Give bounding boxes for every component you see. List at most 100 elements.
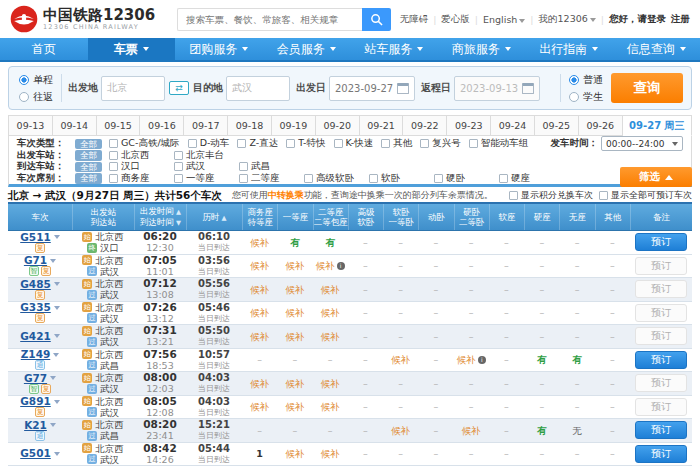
checkbox[interactable] — [174, 162, 183, 171]
train-number-link[interactable]: Z149 — [21, 349, 51, 360]
filter-option[interactable]: T-特快 — [286, 137, 325, 150]
top-link[interactable]: English — [483, 14, 525, 25]
filter-option[interactable]: 商务座 — [109, 172, 166, 185]
train-number-link[interactable]: G511 — [20, 232, 51, 243]
to-input[interactable]: 武汉 — [226, 76, 290, 101]
filter-option[interactable]: 硬卧 — [434, 172, 491, 185]
filter-all-button[interactable]: 全部 — [75, 162, 102, 173]
info-icon[interactable]: i — [478, 356, 486, 364]
return-date-input[interactable]: 2023-09-13 — [454, 76, 540, 101]
logo[interactable]: 中国铁路12306 12306 CHINA RAILWAY — [10, 5, 155, 33]
register-link[interactable]: 注册 — [671, 13, 690, 26]
top-link[interactable]: 无障碍 — [400, 13, 429, 26]
expand-caret-icon[interactable] — [54, 235, 60, 239]
search-button[interactable] — [362, 8, 391, 31]
filter-option[interactable]: 高级软卧 — [304, 172, 361, 185]
login-link[interactable]: 您好，请登录 — [609, 13, 666, 26]
nav-item[interactable]: 首页 — [0, 38, 88, 60]
filter-option[interactable]: 硬座 — [499, 172, 556, 185]
book-button[interactable]: 预订 — [635, 233, 687, 251]
checkbox[interactable] — [304, 174, 313, 183]
nav-item[interactable]: 团购服务 — [175, 38, 263, 60]
checkbox[interactable] — [188, 139, 197, 148]
passenger-type-radio[interactable]: 普通 — [569, 73, 603, 87]
sort-icon[interactable]: ▲ — [219, 214, 226, 222]
passenger-type-radio[interactable]: 学生 — [569, 90, 603, 104]
trip-type-radio[interactable]: 单程 — [19, 73, 53, 87]
nav-item[interactable]: 出行指南 — [525, 38, 613, 60]
date-tab[interactable]: 09-26 — [579, 115, 623, 136]
date-tab[interactable]: 09-21 — [360, 115, 404, 136]
nav-item[interactable]: 站车服务 — [350, 38, 438, 60]
date-tab[interactable]: 09-18 — [228, 115, 272, 136]
date-tab[interactable]: 09-13 — [8, 115, 53, 136]
train-number-link[interactable]: G421 — [20, 331, 51, 342]
book-button[interactable]: 预订 — [635, 445, 687, 463]
expand-caret-icon[interactable] — [53, 353, 59, 357]
filter-button[interactable]: 筛选 — [620, 167, 692, 187]
checkbox[interactable] — [109, 151, 118, 160]
date-tab[interactable]: 09-25 — [535, 115, 579, 136]
train-number-link[interactable]: G71 — [24, 255, 47, 266]
query-button[interactable]: 查询 — [611, 73, 683, 103]
filter-all-button[interactable]: 全部 — [75, 139, 102, 150]
checkbox[interactable] — [109, 174, 118, 183]
expand-caret-icon[interactable] — [50, 259, 56, 263]
checkbox[interactable] — [286, 139, 295, 148]
date-tab[interactable]: 09-23 — [447, 115, 491, 136]
filter-option[interactable]: 二等座 — [239, 172, 296, 185]
train-number-link[interactable]: G77 — [24, 373, 47, 384]
expand-caret-icon[interactable] — [50, 423, 56, 427]
filter-option[interactable]: 复兴号 — [420, 137, 461, 150]
nav-item[interactable]: 车票 — [88, 38, 176, 60]
date-tab[interactable]: 09-15 — [97, 115, 141, 136]
depart-time-select[interactable]: 00:00--24:00 — [601, 136, 683, 151]
train-number-link[interactable]: K21 — [24, 420, 47, 431]
date-tab[interactable]: 09-19 — [272, 115, 316, 136]
date-tab[interactable]: 09-20 — [316, 115, 360, 136]
checkbox[interactable] — [334, 139, 343, 148]
filter-option[interactable]: 其他 — [381, 137, 412, 150]
checkbox[interactable] — [381, 139, 390, 148]
nav-item[interactable]: 商旅服务 — [438, 38, 526, 60]
expand-caret-icon[interactable] — [50, 376, 56, 380]
from-input[interactable]: 北京 — [101, 76, 165, 101]
train-number-link[interactable]: G485 — [20, 279, 51, 290]
expand-caret-icon[interactable] — [54, 400, 60, 404]
trip-type-radio[interactable]: 往返 — [19, 90, 53, 104]
transfer-link[interactable]: 中转换乘 — [268, 190, 304, 200]
train-number-link[interactable]: G501 — [20, 448, 51, 459]
date-tab[interactable]: 09-16 — [140, 115, 184, 136]
book-button[interactable]: 预订 — [635, 421, 687, 439]
checkbox[interactable] — [239, 174, 248, 183]
summary-checkbox[interactable]: 显示全部可预订车次 — [599, 189, 692, 202]
checkbox[interactable] — [109, 139, 118, 148]
date-tab[interactable]: 09-24 — [491, 115, 535, 136]
top-link[interactable]: 我的12306 — [539, 13, 596, 26]
filter-all-button[interactable]: 全部 — [75, 150, 102, 161]
date-tab[interactable]: 09-14 — [53, 115, 97, 136]
filter-option[interactable]: 智能动车组 — [469, 137, 529, 150]
date-tab[interactable]: 09-17 — [184, 115, 228, 136]
depart-date-input[interactable]: 2023-09-27 — [329, 76, 415, 101]
checkbox[interactable] — [599, 191, 608, 200]
expand-caret-icon[interactable] — [54, 452, 60, 456]
filter-option[interactable]: 一等座 — [174, 172, 231, 185]
checkbox[interactable] — [369, 174, 378, 183]
date-tab-selected[interactable]: 09-27 周三 — [623, 115, 693, 136]
swap-stations-icon[interactable]: ⇄ — [169, 81, 189, 95]
checkbox[interactable] — [237, 139, 246, 148]
info-icon[interactable]: i — [337, 262, 345, 270]
checkbox[interactable] — [434, 174, 443, 183]
top-link[interactable]: 爱心版 — [441, 13, 470, 26]
nav-item[interactable]: 会员服务 — [263, 38, 351, 60]
search-input[interactable] — [177, 8, 362, 31]
checkbox[interactable] — [174, 151, 183, 160]
expand-caret-icon[interactable] — [54, 334, 60, 338]
train-number-link[interactable]: G335 — [20, 302, 51, 313]
checkbox[interactable] — [420, 139, 429, 148]
summary-checkbox[interactable]: 显示积分兑换车次 — [509, 189, 593, 202]
checkbox[interactable] — [499, 174, 508, 183]
checkbox[interactable] — [109, 162, 118, 171]
nav-item[interactable]: 信息查询 — [613, 38, 700, 60]
